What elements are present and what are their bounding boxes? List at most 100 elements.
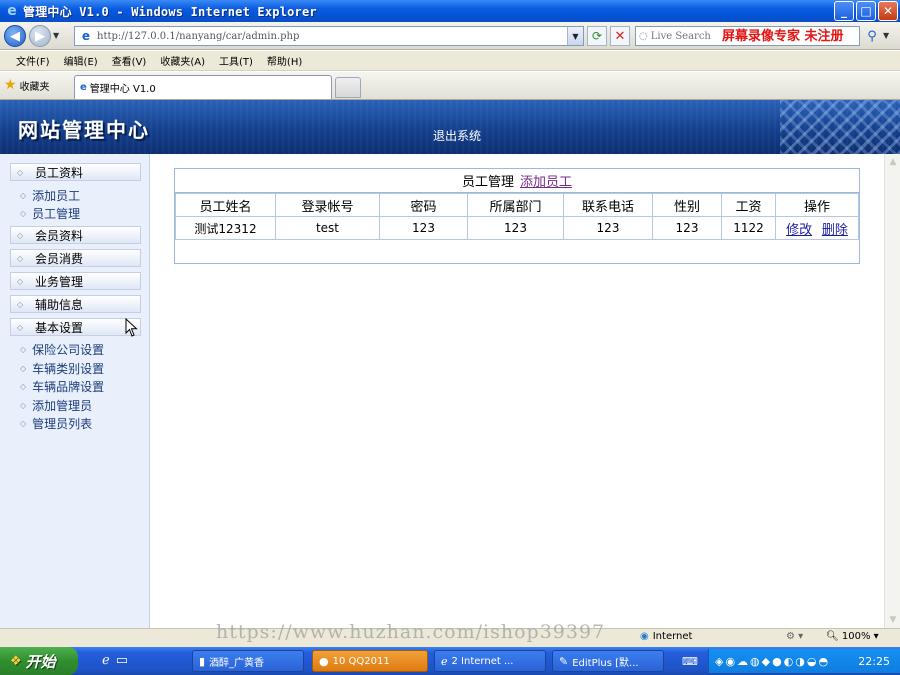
sidebar-link-vehicle-category[interactable]: ◇ 车辆类别设置 [20, 360, 104, 377]
cell-password: 123 [379, 216, 468, 240]
sidebar-link-label: 车辆品牌设置 [32, 380, 105, 394]
bullet-icon: ◇ [17, 167, 24, 177]
taskbar-item-ie[interactable]: ℯ 2 Internet ... [434, 650, 546, 672]
menu-help[interactable]: 帮助(H) [267, 53, 302, 68]
logout-link[interactable]: 退出系统 [433, 127, 481, 144]
address-dropdown-icon[interactable]: ▼ [567, 27, 583, 45]
sidebar-link-add-staff[interactable]: ◇ 添加员工 [20, 187, 80, 204]
sidebar-group-business[interactable]: ◇ 业务管理 [10, 272, 141, 290]
taskbar-item-folder[interactable]: ▮ 酒醉_广黄香 [192, 650, 304, 672]
sidebar-group-member-spending[interactable]: ◇ 会员消费 [10, 249, 141, 267]
col-account: 登录帐号 [275, 193, 380, 217]
cell-name: 测试12312 [175, 216, 276, 240]
sidebar-group-label: 会员消费 [35, 251, 84, 266]
taskbar-item-qq[interactable]: ● 10 QQ2011 [312, 650, 428, 672]
tab-label: 管理中心 V1.0 [89, 84, 156, 95]
back-button[interactable]: ◀ [4, 25, 26, 47]
cell-actions: 修改 删除 [775, 216, 859, 240]
forward-button[interactable]: ▶ [29, 25, 51, 47]
add-staff-link[interactable]: 添加员工 [520, 171, 572, 190]
start-button[interactable]: ❖ 开始 [0, 647, 78, 675]
col-password: 密码 [379, 193, 468, 217]
task-label: 10 QQ2011 [332, 655, 390, 667]
site-title: 网站管理中心 [18, 118, 150, 142]
folder-quicklaunch-icon[interactable]: ▭ [116, 653, 128, 668]
menu-tools[interactable]: 工具(T) [219, 53, 253, 68]
col-salary: 工资 [721, 193, 776, 217]
arrow-left-icon: ◀ [10, 28, 20, 44]
bullet-icon: ◇ [17, 253, 24, 263]
minimize-button[interactable]: _ [834, 1, 854, 21]
sidebar-link-vehicle-brand[interactable]: ◇ 车辆品牌设置 [20, 378, 104, 395]
panel-title: 员工管理 [461, 175, 514, 190]
content-area: 员工管理 添加员工 员工姓名 登录帐号 密码 所属部门 联系电话 性别 工资 操… [151, 154, 884, 628]
sidebar-group-members[interactable]: ◇ 会员资料 [10, 226, 141, 244]
vertical-scrollbar[interactable]: ▲ ▼ [884, 154, 900, 628]
window-titlebar[interactable]: e 管理中心 V1.0 - Windows Internet Explorer … [0, 0, 900, 22]
menu-favorites[interactable]: 收藏夹(A) [160, 53, 205, 68]
sidebar-link-label: 添加管理员 [32, 399, 93, 413]
start-label: 开始 [25, 652, 56, 671]
favorites-label: 收藏夹 [19, 81, 50, 93]
cell-salary: 1122 [721, 216, 776, 240]
scroll-down-icon[interactable]: ▼ [885, 612, 900, 628]
refresh-button[interactable]: ⟳ [587, 26, 607, 46]
security-zone[interactable]: ◉ Internet [640, 631, 692, 642]
sidebar-group-auxiliary[interactable]: ◇ 辅助信息 [10, 295, 141, 313]
star-icon: ★ [4, 77, 17, 93]
keyboard-icon[interactable]: ⌨ [682, 655, 698, 668]
cell-account: test [275, 216, 380, 240]
col-actions: 操作 [775, 193, 859, 217]
bullet-icon: ◇ [20, 382, 27, 391]
bullet-icon: ◇ [20, 401, 27, 410]
maximize-button[interactable]: □ [856, 1, 876, 21]
sidebar-link-label: 添加员工 [32, 189, 81, 203]
mouse-cursor-icon [125, 318, 138, 337]
menu-view[interactable]: 查看(V) [112, 53, 147, 68]
task-label: 酒醉_广黄香 [209, 657, 265, 669]
url-input[interactable] [97, 30, 567, 42]
quick-launch: ℯ ▭ [102, 653, 128, 668]
tab-bar: ★ 收藏夹 e 管理中心 V1.0 [0, 72, 900, 100]
search-button[interactable]: ⚲ [862, 26, 882, 46]
system-tray: ◈◉☁◍◆●◐◑◒◓ 22:25 [708, 649, 900, 673]
search-input[interactable] [650, 30, 731, 42]
zoom-control[interactable]: 🔍︎ 100% ▾ [826, 631, 879, 642]
scroll-up-icon[interactable]: ▲ [885, 154, 900, 170]
taskbar-item-editplus[interactable]: ✎ EditPlus [默... [552, 650, 664, 672]
menu-file[interactable]: 文件(F) [16, 53, 50, 68]
history-dropdown-icon[interactable]: ▼ [53, 31, 59, 40]
sidebar-group-label: 业务管理 [35, 274, 84, 289]
bullet-icon: ◇ [20, 364, 27, 373]
sidebar-link-admin-list[interactable]: ◇ 管理员列表 [20, 415, 92, 432]
address-bar[interactable]: e ▼ [74, 26, 584, 46]
stop-button[interactable]: ✕ [610, 26, 630, 46]
search-options-icon[interactable]: ▼ [883, 31, 889, 40]
col-gender: 性别 [652, 193, 722, 217]
sidebar-link-manage-staff[interactable]: ◇ 员工管理 [20, 205, 80, 222]
staff-panel: 员工管理 添加员工 员工姓名 登录帐号 密码 所属部门 联系电话 性别 工资 操… [174, 168, 860, 264]
clock: 22:25 [858, 654, 890, 668]
bullet-icon: ◇ [17, 299, 24, 309]
ie-quicklaunch-icon[interactable]: ℯ [102, 653, 110, 668]
page-icon: e [81, 29, 91, 43]
sidebar-group-label: 基本设置 [35, 320, 84, 335]
close-button[interactable]: ✕ [878, 1, 898, 21]
sidebar-link-add-admin[interactable]: ◇ 添加管理员 [20, 397, 92, 414]
sidebar-link-insurance[interactable]: ◇ 保险公司设置 [20, 341, 104, 358]
menu-edit[interactable]: 编辑(E) [64, 53, 98, 68]
edit-link[interactable]: 修改 [786, 223, 812, 238]
sidebar-group-staff[interactable]: ◇ 员工资料 [10, 163, 141, 181]
tray-icons[interactable]: ◈◉☁◍◆●◐◑◒◓ [715, 655, 830, 668]
folder-icon: ▮ [199, 654, 206, 668]
bullet-icon: ◇ [17, 322, 24, 332]
new-tab-button[interactable] [335, 77, 361, 98]
bullet-icon: ◇ [17, 230, 24, 240]
sidebar-group-settings[interactable]: ◇ 基本设置 [10, 318, 141, 336]
status-bar: https://www.huzhan.com/ishop39397 ◉ Inte… [0, 621, 900, 647]
protected-mode-icon[interactable]: ⚙ ▾ [786, 631, 803, 642]
favorites-button[interactable]: ★ 收藏夹 [4, 77, 50, 93]
tab-admin[interactable]: e 管理中心 V1.0 [74, 75, 332, 99]
zone-label: Internet [652, 631, 693, 642]
delete-link[interactable]: 删除 [822, 223, 848, 238]
